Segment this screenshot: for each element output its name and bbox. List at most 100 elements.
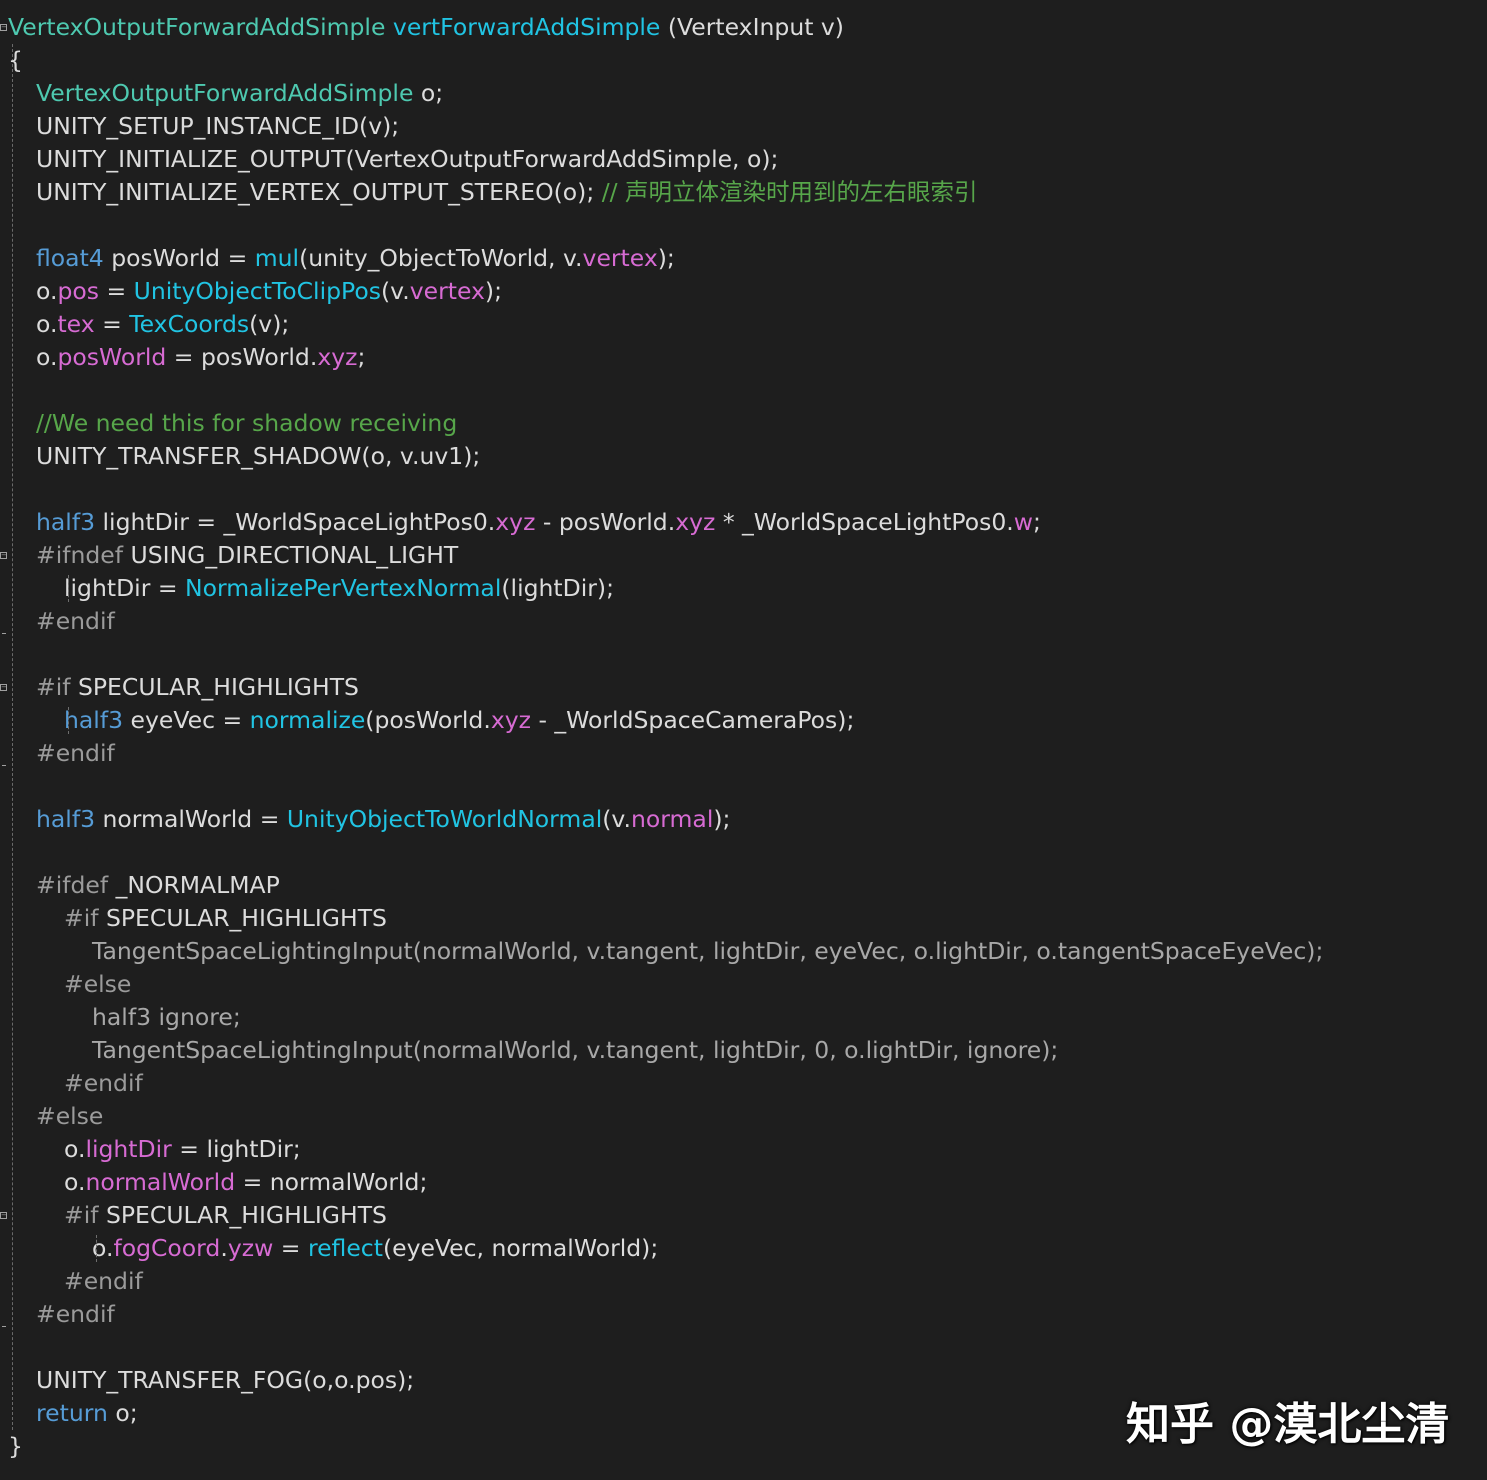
code-token: w xyxy=(1013,508,1034,536)
code-token: = xyxy=(94,310,130,338)
code-line[interactable]: //We need this for shadow receiving xyxy=(36,407,457,440)
code-token: NormalizePerVertexNormal xyxy=(185,574,502,602)
code-token: = lightDir; xyxy=(171,1135,301,1163)
code-line[interactable]: VertexOutputForwardAddSimple vertForward… xyxy=(8,11,844,44)
code-line[interactable]: #endif xyxy=(36,605,115,638)
code-line[interactable]: TangentSpaceLightingInput(normalWorld, v… xyxy=(92,1034,1058,1067)
code-line[interactable]: o.tex = TexCoords(v); xyxy=(36,308,289,341)
code-token: (eyeVec, normalWorld); xyxy=(382,1234,659,1262)
code-token: - _WorldSpaceCameraPos); xyxy=(530,706,855,734)
code-line[interactable]: half3 lightDir = _WorldSpaceLightPos0.xy… xyxy=(36,506,1041,539)
code-token: vertex xyxy=(582,244,658,272)
code-line[interactable]: { xyxy=(8,44,23,77)
code-token: VertexOutputForwardAddSimple xyxy=(8,13,386,41)
code-line[interactable]: o.posWorld = posWorld.xyz; xyxy=(36,341,365,374)
fold-end-marker xyxy=(2,1326,6,1327)
code-line[interactable]: #if SPECULAR_HIGHLIGHTS xyxy=(36,671,359,704)
code-line[interactable]: #if SPECULAR_HIGHLIGHTS xyxy=(64,1199,387,1232)
code-line[interactable]: o.lightDir = lightDir; xyxy=(64,1133,301,1166)
code-token: o. xyxy=(64,1168,86,1196)
code-line[interactable]: TangentSpaceLightingInput(normalWorld, v… xyxy=(92,935,1323,968)
code-line[interactable]: o.normalWorld = normalWorld; xyxy=(64,1166,427,1199)
code-token: mul xyxy=(254,244,300,272)
code-line[interactable]: lightDir = NormalizePerVertexNormal(ligh… xyxy=(64,572,614,605)
code-line[interactable]: half3 eyeVec = normalize(posWorld.xyz - … xyxy=(64,704,854,737)
code-token: _NORMALMAP xyxy=(108,871,280,899)
code-token: SPECULAR_HIGHLIGHTS xyxy=(70,673,359,701)
code-line[interactable]: UNITY_INITIALIZE_VERTEX_OUTPUT_STEREO(o)… xyxy=(36,176,978,209)
code-line[interactable]: UNITY_TRANSFER_SHADOW(o, v.uv1); xyxy=(36,440,480,473)
code-token: xyz xyxy=(675,508,716,536)
code-line[interactable]: #ifndef USING_DIRECTIONAL_LIGHT xyxy=(36,539,458,572)
code-token: (v. xyxy=(602,805,631,833)
code-line[interactable]: #else xyxy=(64,968,131,1001)
code-token: ; xyxy=(357,343,366,371)
code-token: UNITY_TRANSFER_FOG(o,o.pos); xyxy=(36,1366,415,1394)
collapse-toggle-icon[interactable]: − xyxy=(0,552,7,559)
indent-guide xyxy=(68,575,69,602)
code-line[interactable]: half3 normalWorld = UnityObjectToWorldNo… xyxy=(36,803,730,836)
code-token: xyz xyxy=(495,508,536,536)
code-token: #if xyxy=(64,1201,99,1229)
code-token: TangentSpaceLightingInput(normalWorld, v… xyxy=(92,937,1324,965)
collapse-toggle-icon[interactable]: − xyxy=(0,1212,7,1219)
code-token: o. xyxy=(36,277,58,305)
code-editor[interactable]: − − − − VertexOutputForwardAddSimple vertFo… xyxy=(0,0,1487,1480)
code-token: #endif xyxy=(36,607,115,635)
code-token: VertexOutputForwardAddSimple xyxy=(36,79,414,107)
code-token: lightDir = xyxy=(64,574,185,602)
code-line[interactable]: #else xyxy=(36,1100,103,1133)
code-line[interactable]: #endif xyxy=(36,1298,115,1331)
code-token: // 声明立体渲染时用到的左右眼索引 xyxy=(601,178,978,206)
code-token: - posWorld. xyxy=(535,508,676,536)
code-line[interactable]: #endif xyxy=(64,1067,143,1100)
code-token: UNITY_INITIALIZE_OUTPUT(VertexOutputForw… xyxy=(36,145,779,173)
code-token: #endif xyxy=(36,739,115,767)
code-line[interactable]: o.fogCoord.yzw = reflect(eyeVec, normalW… xyxy=(92,1232,658,1265)
code-line[interactable]: float4 posWorld = mul(unity_ObjectToWorl… xyxy=(36,242,675,275)
code-token: half3 xyxy=(36,508,96,536)
collapse-toggle-icon[interactable]: − xyxy=(0,684,7,691)
code-token: normalize xyxy=(249,706,366,734)
code-token: vertex xyxy=(409,277,485,305)
code-line[interactable]: UNITY_INITIALIZE_OUTPUT(VertexOutputForw… xyxy=(36,143,778,176)
code-line[interactable]: UNITY_TRANSFER_FOG(o,o.pos); xyxy=(36,1364,414,1397)
code-token: xyz xyxy=(317,343,358,371)
code-token: xyz xyxy=(490,706,531,734)
code-token: #if xyxy=(36,673,71,701)
code-token: fogCoord xyxy=(113,1234,221,1262)
code-token: (v); xyxy=(249,310,290,338)
code-line[interactable]: UNITY_SETUP_INSTANCE_ID(v); xyxy=(36,110,399,143)
code-token: o; xyxy=(413,79,444,107)
code-token: #ifdef xyxy=(36,871,109,899)
code-token: #else xyxy=(36,1102,104,1130)
code-line[interactable]: #endif xyxy=(36,737,115,770)
code-token: #ifndef xyxy=(36,541,124,569)
code-token: UNITY_TRANSFER_SHADOW(o, v.uv1); xyxy=(36,442,481,470)
code-token: UNITY_SETUP_INSTANCE_ID(v); xyxy=(36,112,400,140)
code-line[interactable]: o.pos = UnityObjectToClipPos(v.vertex); xyxy=(36,275,502,308)
code-token: ); xyxy=(484,277,503,305)
code-token: eyeVec = xyxy=(123,706,250,734)
code-token: lightDir = _WorldSpaceLightPos0. xyxy=(95,508,496,536)
code-token: //We need this for shadow receiving xyxy=(36,409,458,437)
code-token: o. xyxy=(64,1135,86,1163)
code-token: TangentSpaceLightingInput(normalWorld, v… xyxy=(92,1036,1059,1064)
code-line[interactable]: VertexOutputForwardAddSimple o; xyxy=(36,77,443,110)
code-line[interactable]: #endif xyxy=(64,1265,143,1298)
collapse-toggle-icon[interactable]: − xyxy=(0,24,7,31)
code-token: return xyxy=(36,1399,108,1427)
code-token: lightDir xyxy=(85,1135,172,1163)
code-line[interactable]: #if SPECULAR_HIGHLIGHTS xyxy=(64,902,387,935)
fold-end-marker xyxy=(2,765,6,766)
code-token: (v. xyxy=(380,277,410,305)
code-token: USING_DIRECTIONAL_LIGHT xyxy=(123,541,459,569)
code-line[interactable]: } xyxy=(8,1430,23,1463)
code-line[interactable]: #ifdef _NORMALMAP xyxy=(36,869,280,902)
code-token: #endif xyxy=(64,1267,143,1295)
code-token: { xyxy=(8,46,23,74)
code-token: (VertexInput v) xyxy=(660,13,844,41)
code-line[interactable]: return o; xyxy=(36,1397,138,1430)
code-line[interactable]: half3 ignore; xyxy=(92,1001,241,1034)
